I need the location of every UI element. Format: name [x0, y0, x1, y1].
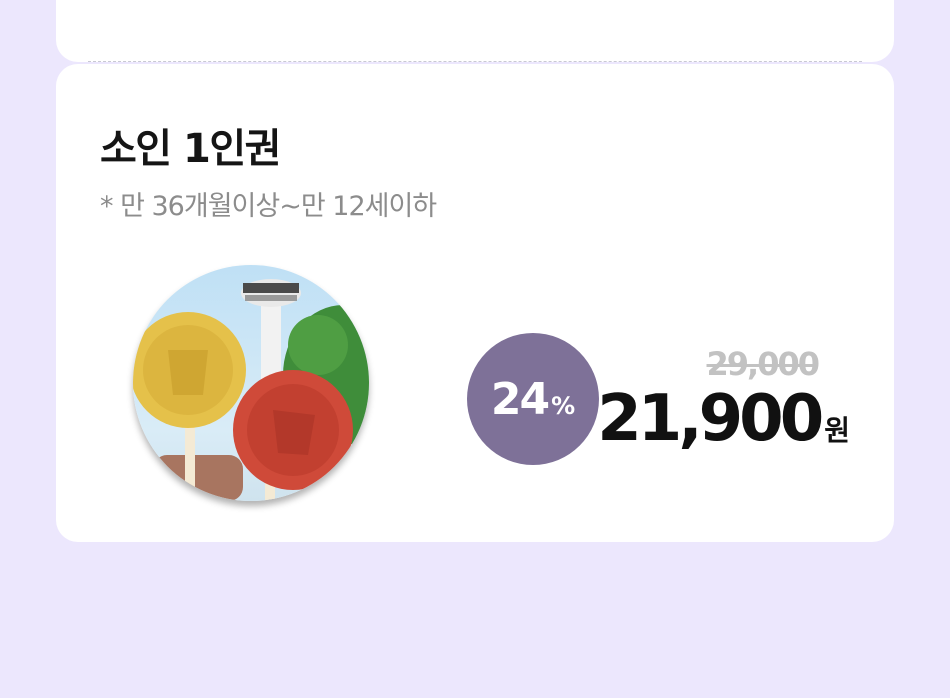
original-price: 29,000 [706, 345, 820, 383]
ticket-card-child: 소인 1인권 * 만 36개월이상~만 12세이하 24 % 29,000 21… [56, 64, 894, 542]
dashed-divider [88, 61, 862, 62]
discount-value: 24 [490, 373, 550, 425]
currency-unit: 원 [824, 414, 850, 447]
ticket-title: 소인 1인권 [100, 126, 281, 172]
sale-price: 21,900 원 [597, 382, 850, 456]
previous-ticket-card [56, 0, 894, 62]
discount-badge: 24 % [467, 333, 599, 465]
discount-unit: % [551, 392, 576, 420]
age-note: * 만 36개월이상~만 12세이하 [100, 191, 437, 222]
sale-price-amount: 21,900 [597, 382, 824, 456]
lollipop-photo [133, 265, 369, 501]
